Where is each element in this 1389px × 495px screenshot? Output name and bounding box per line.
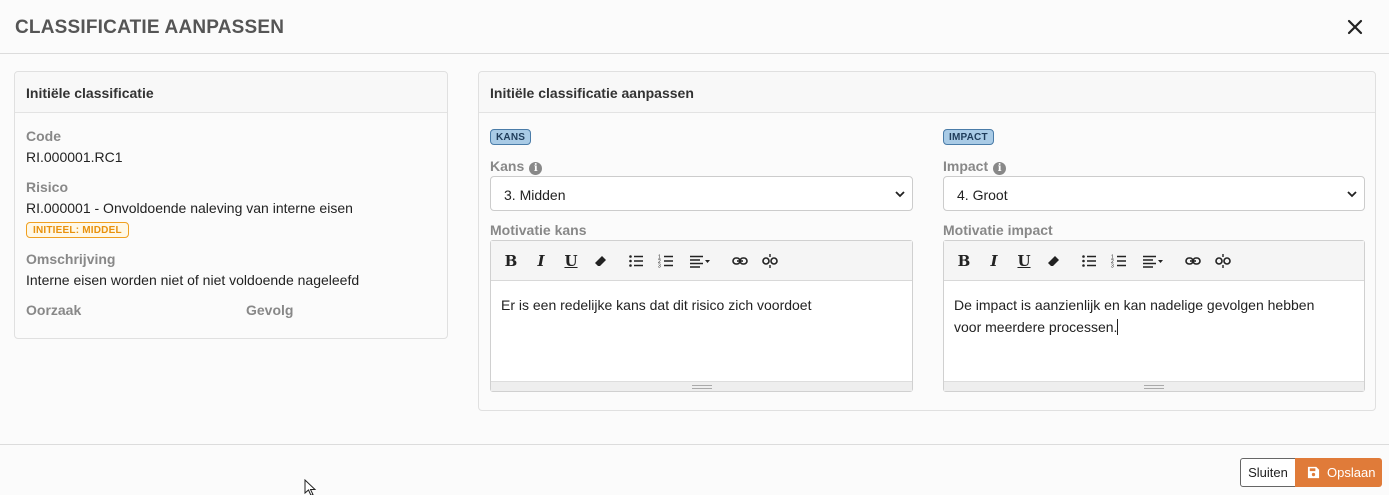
- motivatie-impact-label: Motivatie impact: [943, 222, 1053, 238]
- grip-icon: [1144, 385, 1164, 389]
- gevolg-label: Gevolg: [246, 302, 294, 318]
- code-value: RI.000001.RC1: [26, 149, 123, 165]
- numbered-list-icon: 123: [1111, 255, 1126, 270]
- align-icon: [690, 255, 710, 268]
- chevron-down-icon: [1347, 191, 1357, 198]
- omschrijving-value: Interne eisen worden niet of niet voldoe…: [26, 272, 360, 288]
- editor-toolbar: B I U 123: [944, 241, 1364, 281]
- motivatie-kans-label: Motivatie kans: [490, 222, 587, 238]
- save-label: Opslaan: [1327, 465, 1376, 480]
- svg-text:3: 3: [658, 264, 661, 270]
- modal-title: CLASSIFICATIE AANPASSEN: [15, 17, 285, 38]
- close-icon: [1347, 19, 1363, 35]
- eraser-icon: [1048, 256, 1059, 266]
- bullet-list-icon: [629, 255, 643, 267]
- impact-select[interactable]: 4. Groot: [943, 176, 1365, 211]
- eraser-icon: [595, 256, 606, 266]
- motivatie-kans-text: Er is een redelijke kans dat dit risico …: [501, 297, 812, 313]
- bullet-list-button[interactable]: [1076, 250, 1102, 272]
- close-button[interactable]: [1343, 12, 1367, 40]
- modal-footer: Sluiten Opslaan: [0, 444, 1389, 495]
- clear-format-button[interactable]: [588, 250, 614, 272]
- card-title: Initiële classificatie aanpassen: [479, 72, 1375, 113]
- underline-button[interactable]: U: [1011, 250, 1037, 272]
- link-button[interactable]: [727, 250, 753, 272]
- align-dropdown-button[interactable]: [1138, 250, 1168, 272]
- unlink-button[interactable]: [757, 250, 783, 272]
- info-icon[interactable]: i: [529, 162, 543, 175]
- impact-selected-value: 4. Groot: [957, 187, 1008, 203]
- save-icon: [1307, 466, 1320, 479]
- resize-handle[interactable]: [491, 381, 912, 391]
- kans-label: Kans i: [490, 158, 543, 175]
- info-icon[interactable]: i: [993, 162, 1007, 175]
- motivatie-impact-editor: B I U 123 De impact is aanzienlijk en ka…: [943, 240, 1365, 392]
- mouse-cursor-icon: [304, 479, 317, 495]
- initial-classification-card: Initiële classificatie Code RI.000001.RC…: [14, 71, 448, 339]
- bullet-list-button[interactable]: [623, 250, 649, 272]
- kans-selected-value: 3. Midden: [504, 187, 566, 203]
- link-icon: [732, 257, 748, 265]
- numbered-list-icon: 123: [658, 255, 673, 270]
- impact-label: Impact i: [943, 158, 1007, 175]
- unlink-icon: [762, 254, 778, 268]
- italic-button[interactable]: I: [981, 250, 1007, 272]
- align-dropdown-button[interactable]: [685, 250, 715, 272]
- motivatie-impact-text-line2-wrap: voor meerdere processen.: [954, 316, 1354, 338]
- editor-content[interactable]: De impact is aanzienlijk en kan nadelige…: [944, 282, 1364, 381]
- save-button[interactable]: Opslaan: [1295, 458, 1382, 487]
- adjust-classification-card: Initiële classificatie aanpassen KANS Ka…: [478, 71, 1376, 411]
- modal-header: CLASSIFICATIE AANPASSEN: [0, 0, 1389, 54]
- svg-text:3: 3: [1111, 264, 1114, 270]
- bold-button[interactable]: B: [951, 250, 977, 272]
- bullet-list-icon: [1082, 255, 1096, 267]
- editor-toolbar: B I U 123: [491, 241, 912, 281]
- numbered-list-button[interactable]: 123: [1106, 250, 1132, 272]
- unlink-icon: [1215, 254, 1231, 268]
- align-icon: [1143, 255, 1163, 268]
- omschrijving-label: Omschrijving: [26, 251, 116, 267]
- risico-label: Risico: [26, 179, 69, 195]
- chevron-down-icon: [895, 191, 905, 198]
- code-label: Code: [26, 128, 61, 144]
- bold-button[interactable]: B: [498, 250, 524, 272]
- risico-value: RI.000001 - Onvoldoende naleving van int…: [26, 200, 353, 216]
- unlink-button[interactable]: [1210, 250, 1236, 272]
- link-button[interactable]: [1180, 250, 1206, 272]
- kans-badge: KANS: [490, 129, 532, 145]
- impact-badge: IMPACT: [943, 129, 994, 145]
- grip-icon: [691, 385, 712, 389]
- card-title: Initiële classificatie: [15, 72, 447, 113]
- clear-format-button[interactable]: [1041, 250, 1067, 272]
- motivatie-impact-text-line1: De impact is aanzienlijk en kan nadelige…: [954, 297, 1315, 313]
- close-button[interactable]: Sluiten: [1240, 458, 1296, 487]
- motivatie-impact-text-line2: voor meerdere processen.: [954, 319, 1118, 335]
- motivatie-kans-editor: B I U 123 Er is een redelijke kans dat d…: [490, 240, 913, 392]
- text-caret: [1117, 319, 1119, 335]
- resize-handle[interactable]: [944, 381, 1364, 391]
- initial-level-badge: INITIEEL: MIDDEL: [26, 222, 129, 238]
- numbered-list-button[interactable]: 123: [653, 250, 679, 272]
- link-icon: [1185, 257, 1201, 265]
- italic-button[interactable]: I: [528, 250, 554, 272]
- editor-content[interactable]: Er is een redelijke kans dat dit risico …: [491, 282, 912, 381]
- underline-button[interactable]: U: [558, 250, 584, 272]
- oorzaak-label: Oorzaak: [26, 302, 82, 318]
- kans-select[interactable]: 3. Midden: [490, 176, 913, 211]
